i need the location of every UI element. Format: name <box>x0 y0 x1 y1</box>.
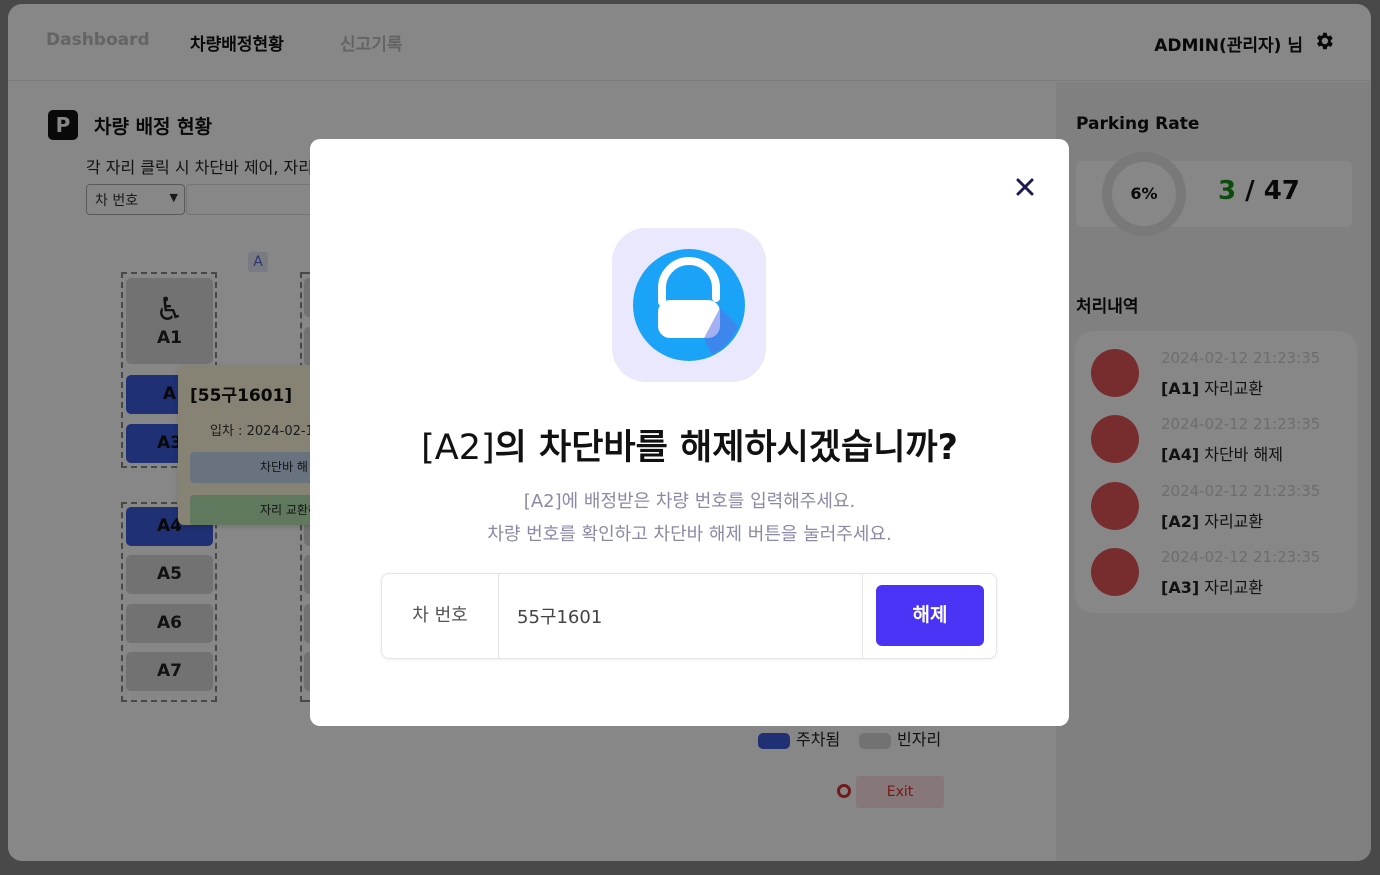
car-number-input[interactable] <box>499 574 863 658</box>
modal-title-text: 의 차단바를 해제하시겠습니까? <box>494 428 958 468</box>
modal-title-slot: [A2] <box>421 428 495 468</box>
modal-desc-line2: 차량 번호를 확인하고 차단바 해제 버튼을 눌러주세요. <box>487 524 892 545</box>
release-modal: [A2]의 차단바를 해제하시겠습니까? [A2]에 배정받은 차량 번호를 입… <box>310 139 1069 726</box>
lock-tile <box>612 228 766 382</box>
modal-title: [A2]의 차단바를 해제하시겠습니까? <box>310 419 1069 470</box>
close-icon[interactable] <box>1013 175 1037 199</box>
unlock-icon <box>633 249 745 361</box>
car-number-form: 차 번호 해제 <box>381 573 997 659</box>
car-number-label: 차 번호 <box>382 574 499 658</box>
release-button[interactable]: 해제 <box>876 585 984 646</box>
modal-desc-line1: [A2]에 배정받은 차량 번호를 입력해주세요. <box>523 491 856 512</box>
